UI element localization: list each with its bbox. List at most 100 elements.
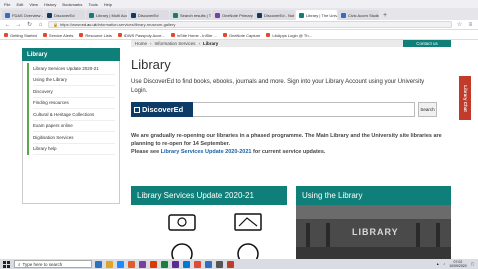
new-tab-icon[interactable]: +	[380, 10, 390, 20]
search-input[interactable]	[193, 102, 415, 117]
taskbar-app-icon[interactable]	[139, 260, 146, 268]
bookmark-item[interactable]: OneNote Capture	[222, 33, 260, 38]
taskbar-search[interactable]: ⌕ Type here to search	[14, 260, 92, 268]
menu-help[interactable]: Help	[104, 2, 112, 7]
sidebar-nav: Library Services Update 2020-21 Using the…	[22, 61, 120, 204]
url-prefix: https://www.	[59, 22, 82, 27]
bookmark-item[interactable]: Resource Lists	[79, 32, 112, 38]
network-icon[interactable]: ▲	[436, 262, 439, 266]
illustration-icons	[168, 213, 262, 259]
bookmark-label: Resource Lists	[85, 32, 112, 38]
tab-label: Library | Multi Acces	[96, 12, 127, 18]
sidebar-item[interactable]: Library Services Update 2020-21	[33, 63, 115, 75]
reload-icon[interactable]: ↻	[26, 21, 33, 28]
sidebar-item[interactable]: Discovery	[33, 86, 115, 98]
breadcrumb-information-services[interactable]: Information Services	[155, 41, 196, 46]
sidebar-title[interactable]: Library	[22, 48, 120, 61]
url-bar[interactable]: 🔒 https://www. ed.ac.uk/information-servi…	[48, 21, 452, 28]
card-title[interactable]: Library Services Update 2020-21	[131, 186, 287, 205]
notifications-icon[interactable]: ▢	[471, 262, 474, 266]
tab-favicon-icon	[341, 12, 346, 18]
menu-history[interactable]: History	[44, 2, 56, 7]
star-icon[interactable]: ☆	[456, 21, 463, 28]
home-icon[interactable]: ⌂	[37, 22, 44, 28]
browser-menubar: File Edit View History Bookmarks Tools H…	[0, 0, 478, 8]
browser-tab[interactable]: FDAS Overview - Press	[2, 10, 43, 20]
tab-favicon-icon	[215, 12, 220, 18]
menu-icon[interactable]: ≡	[467, 22, 474, 28]
tab-label: DiscoverEd - Not s	[264, 12, 295, 18]
discovered-search: DiscoverEd Search	[131, 102, 437, 117]
browser-tab[interactable]: Civic Acorn Studies	[338, 10, 379, 20]
tab-favicon-icon	[257, 12, 262, 18]
menu-tools[interactable]: Tools	[88, 2, 97, 7]
sidebar-item[interactable]: Library help	[33, 144, 115, 155]
notice-see-line: Please see Library Services Update 2020-…	[131, 148, 446, 156]
taskbar-app-icon[interactable]	[117, 260, 124, 268]
services-update-card[interactable]: Library Services Update 2020-21	[131, 186, 287, 259]
browser-tab[interactable]: DiscoverEd	[128, 10, 169, 20]
taskbar-app-icon[interactable]	[106, 260, 113, 268]
reopening-notice: We are gradually re-opening our librarie…	[131, 132, 446, 156]
windows-start-icon[interactable]	[2, 260, 11, 268]
bookmark-item[interactable]: Service Alerts	[42, 32, 74, 38]
windows-taskbar: ⌕ Type here to search ▲ ♪ 07:02 10/09/20…	[0, 259, 478, 269]
browser-navbar: ← → ↻ ⌂ 🔒 https://www. ed.ac.uk/informati…	[0, 20, 478, 30]
browser-tabbar: FDAS Overview - Press DiscoverEd Library |…	[0, 8, 478, 20]
library-chat-tab[interactable]: Library Chat	[459, 76, 471, 120]
taskbar-app-icon[interactable]	[216, 260, 223, 268]
services-update-link[interactable]: Library Services Update 2020-2021	[161, 149, 252, 155]
bookmark-item[interactable]: LibApps Login @ Th...	[266, 33, 312, 38]
taskbar-app-icon[interactable]	[161, 260, 168, 268]
sidebar-item[interactable]: Using the Library	[33, 75, 115, 86]
bookmark-item[interactable]: Getting Started	[4, 33, 37, 38]
library-photo: LIBRARY	[296, 205, 451, 259]
bookmark-icon	[4, 33, 8, 37]
sidebar-item[interactable]: Cultural & Heritage Collections	[33, 109, 115, 121]
menu-view[interactable]: View	[29, 2, 38, 7]
browser-tab[interactable]: DiscoverEd	[44, 10, 85, 20]
volume-icon[interactable]: ♪	[443, 262, 445, 266]
search-button[interactable]: Search	[418, 102, 437, 117]
contact-us-button[interactable]: Contact us	[403, 40, 451, 47]
sidebar-item[interactable]: Exam papers online	[33, 121, 115, 132]
taskbar-app-icon[interactable]	[95, 260, 102, 268]
taskbar-app-icon[interactable]	[227, 260, 234, 268]
notice-text: We are gradually re-opening our librarie…	[131, 133, 442, 147]
browser-tab[interactable]: Search results | The	[170, 10, 211, 20]
tab-label: FDAS Overview - Press	[12, 12, 43, 18]
browser-tab[interactable]: DiscoverEd - Not s	[254, 10, 295, 20]
bookmark-label: LibApps Login @ Th...	[272, 32, 312, 38]
taskbar-app-icon[interactable]	[128, 260, 135, 268]
browser-tab[interactable]: OneNote Primary Nav	[212, 10, 253, 20]
breadcrumb-home[interactable]: Home	[135, 41, 147, 46]
breadcrumb-separator: ›	[150, 41, 152, 46]
card-title[interactable]: Using the Library	[296, 186, 451, 205]
menu-file[interactable]: File	[4, 2, 10, 7]
breadcrumb-separator: ›	[198, 41, 201, 46]
services-update-illustration	[131, 205, 287, 259]
sidebar-item[interactable]: Finding resources	[33, 98, 115, 109]
bookmark-item[interactable]: InSite Home - InSite ...	[170, 33, 217, 38]
back-icon[interactable]: ←	[4, 22, 11, 28]
tab-favicon-icon	[131, 12, 136, 18]
sidebar-item[interactable]: Digitisation Services	[33, 132, 115, 144]
menu-bookmarks[interactable]: Bookmarks	[62, 2, 82, 7]
menu-edit[interactable]: Edit	[16, 2, 23, 7]
forward-icon[interactable]: →	[15, 22, 22, 28]
using-library-card[interactable]: Using the Library LIBRARY	[296, 186, 451, 259]
clock-date: 10/09/2020	[449, 264, 467, 268]
bookmark-label: Service Alerts	[48, 32, 74, 38]
taskbar-app-icon[interactable]	[194, 260, 201, 268]
browser-tab[interactable]: Library | Multi Acces	[86, 10, 127, 20]
taskbar-app-icon[interactable]	[183, 260, 190, 268]
taskbar-app-icon[interactable]	[172, 260, 179, 268]
tab-favicon-icon	[299, 12, 304, 18]
taskbar-app-icon[interactable]	[205, 260, 212, 268]
tab-label: DiscoverEd	[138, 12, 159, 18]
taskbar-app-icon[interactable]	[150, 260, 157, 268]
bookmark-item[interactable]: IDWS Passpoly Acce...	[117, 33, 165, 38]
taskbar-clock[interactable]: 07:02 10/09/2020	[449, 260, 467, 268]
library-sign: LIBRARY	[352, 227, 399, 237]
browser-tab[interactable]: Library | The Unive	[296, 10, 337, 20]
